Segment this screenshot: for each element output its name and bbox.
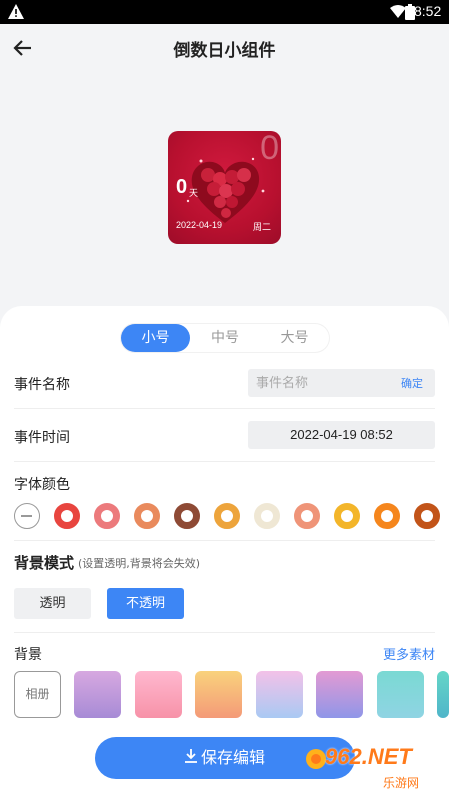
watermark-subtext: 乐游网 <box>383 776 420 790</box>
widget-preview: 0 0 天 2022-04-19 周二 <box>168 131 281 244</box>
font-color-swatch[interactable] <box>374 503 400 529</box>
status-bar: 8:52 <box>0 0 449 24</box>
tab-medium[interactable]: 中号 <box>190 324 260 352</box>
confirm-button[interactable]: 确定 <box>401 375 423 391</box>
font-color-swatch[interactable] <box>214 503 240 529</box>
tab-small[interactable]: 小号 <box>121 324 190 352</box>
font-color-swatch[interactable] <box>294 503 320 529</box>
background-mode-label: 背景模式 <box>14 554 75 572</box>
warning-icon <box>8 4 24 19</box>
watermark-text: 962.NET <box>325 744 412 769</box>
background-label: 背景 <box>14 647 42 663</box>
event-name-field: 确定 <box>248 369 435 397</box>
watermark-logo: 962.NET 乐游网 <box>305 742 445 794</box>
divider <box>14 540 435 541</box>
font-color-swatch[interactable] <box>174 503 200 529</box>
background-tile[interactable] <box>437 671 449 718</box>
font-color-swatch[interactable] <box>414 503 440 529</box>
event-name-label: 事件名称 <box>14 377 70 393</box>
font-color-label: 字体颜色 <box>14 477 70 493</box>
tab-large[interactable]: 大号 <box>260 324 329 352</box>
no-color-swatch[interactable] <box>14 503 40 529</box>
event-time-value: 2022-04-19 08:52 <box>290 427 393 442</box>
background-tile[interactable] <box>255 671 303 718</box>
event-name-input[interactable] <box>256 369 386 397</box>
download-icon <box>184 749 197 763</box>
event-time-label: 事件时间 <box>14 430 70 446</box>
divider <box>14 408 435 409</box>
background-tile[interactable] <box>316 671 363 718</box>
app-header: 倒数日小组件 <box>0 24 449 72</box>
more-materials-link[interactable]: 更多素材 <box>383 644 435 663</box>
transparent-button[interactable]: 透明 <box>14 588 91 619</box>
divider <box>14 632 435 633</box>
status-time: 8:52 <box>414 3 442 19</box>
widget-date: 2022-04-19 <box>176 220 223 230</box>
background-mode-hint: (设置透明,背景将会失效) <box>78 557 201 570</box>
days-unit: 天 <box>189 189 199 199</box>
size-selector: 小号 中号 大号 <box>121 324 329 352</box>
background-tile[interactable] <box>134 671 182 718</box>
days-count: 0 <box>176 176 188 198</box>
save-button-label: 保存编辑 <box>200 748 265 767</box>
font-color-swatch[interactable] <box>254 503 280 529</box>
background-tile[interactable] <box>376 671 424 718</box>
event-time-field[interactable]: 2022-04-19 08:52 <box>248 421 435 449</box>
watermark-ball-icon <box>306 749 326 769</box>
font-color-swatch[interactable] <box>334 503 360 529</box>
corner-digit: 0 <box>260 131 279 167</box>
font-color-swatch[interactable] <box>54 503 80 529</box>
wifi-icon <box>390 5 406 18</box>
album-button[interactable]: 相册 <box>14 671 61 718</box>
opaque-button[interactable]: 不透明 <box>107 588 184 619</box>
font-color-swatch[interactable] <box>94 503 120 529</box>
background-tile[interactable] <box>74 671 121 718</box>
page-title: 倒数日小组件 <box>173 41 276 61</box>
background-tile[interactable] <box>195 671 242 718</box>
widget-weekday: 周二 <box>252 223 271 233</box>
font-color-swatch[interactable] <box>134 503 160 529</box>
divider <box>14 461 435 462</box>
